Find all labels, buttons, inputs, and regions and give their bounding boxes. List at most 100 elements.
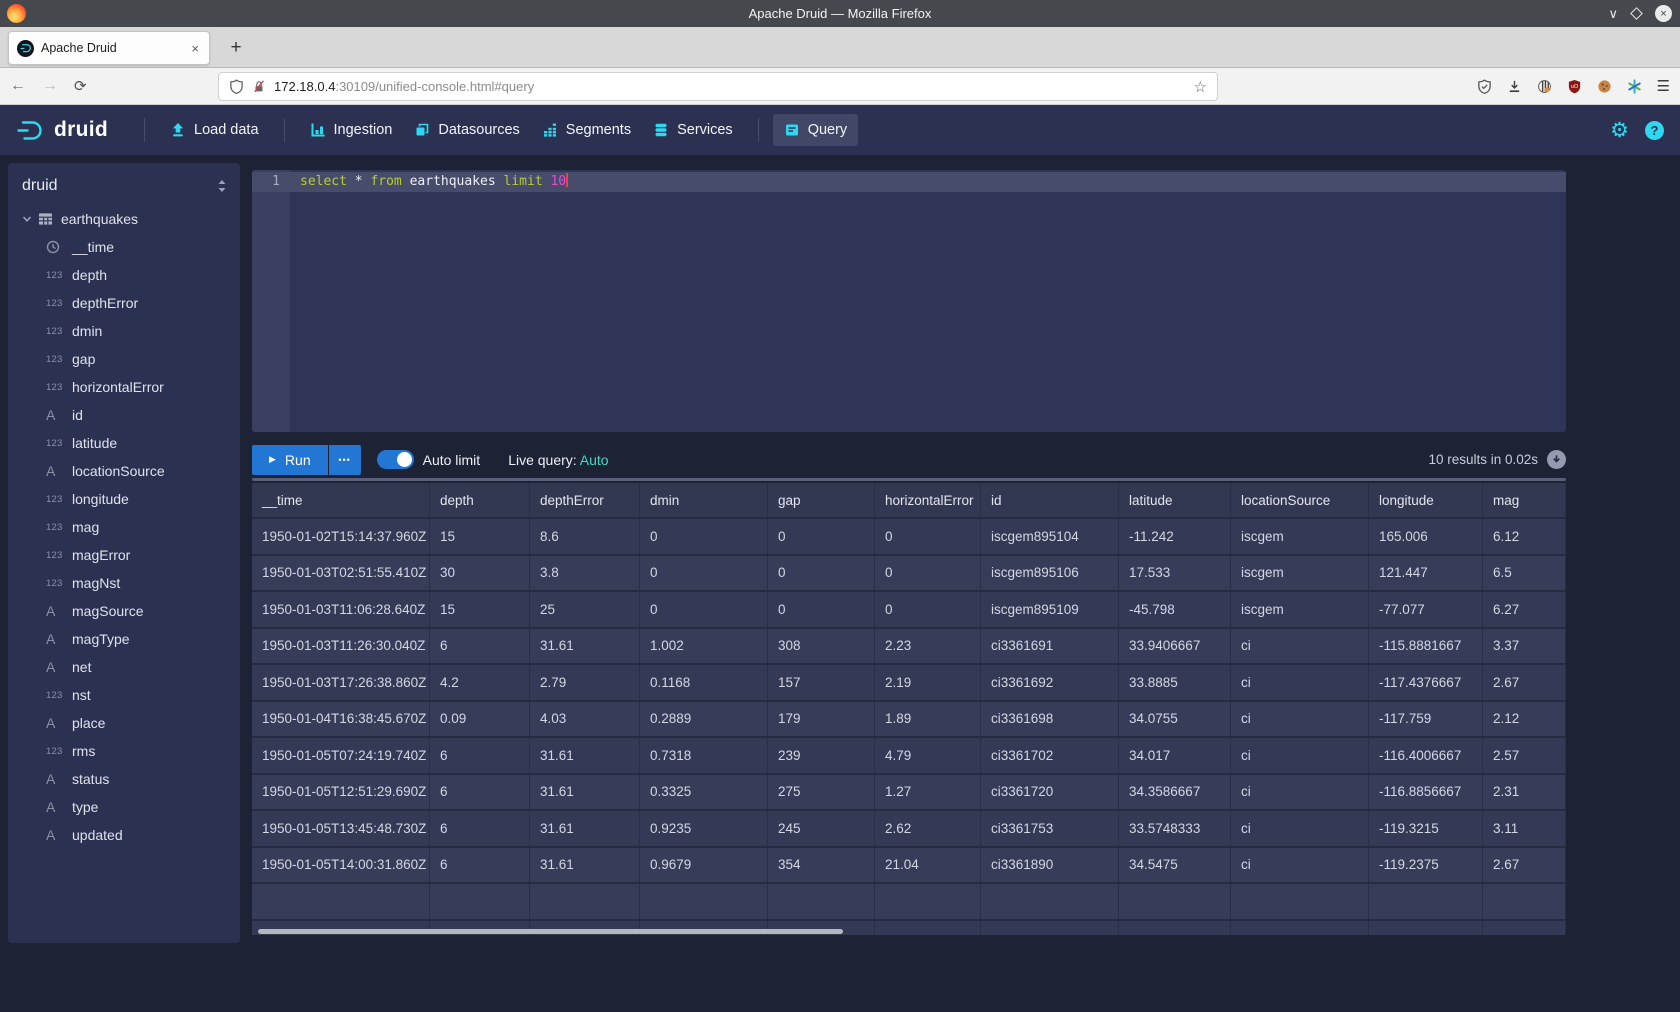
sidebar-column-latitude[interactable]: 123latitude — [8, 429, 240, 457]
cell[interactable]: 121.447 — [1369, 556, 1483, 591]
tab-close-icon[interactable]: × — [189, 41, 201, 56]
sidebar-column-depth[interactable]: 123depth — [8, 261, 240, 289]
cell[interactable]: 2.67 — [1483, 665, 1566, 700]
cell[interactable]: ci3361890 — [981, 848, 1119, 883]
menu-icon[interactable]: ☰ — [1657, 77, 1670, 95]
cell[interactable]: 1.89 — [875, 702, 981, 737]
protections-shield-icon[interactable] — [1477, 79, 1492, 94]
cell[interactable]: 1950-01-03T02:51:55.410Z — [252, 556, 430, 591]
cell[interactable]: 6 — [430, 738, 530, 773]
cell[interactable]: 0 — [875, 519, 981, 554]
cell[interactable]: -116.4006667 — [1369, 738, 1483, 773]
cell[interactable]: ci — [1231, 629, 1369, 664]
cell[interactable]: 17.533 — [1119, 556, 1231, 591]
cell[interactable]: 6.5 — [1483, 556, 1566, 591]
cell[interactable]: 0 — [640, 519, 768, 554]
run-button[interactable]: ▶ Run — [252, 445, 328, 475]
druid-logo[interactable]: druid — [16, 118, 108, 142]
cell[interactable]: 2.57 — [1483, 738, 1566, 773]
settings-gear-icon[interactable]: ⚙ — [1610, 118, 1629, 143]
cell[interactable]: 3.8 — [530, 556, 640, 591]
cell[interactable]: 354 — [768, 848, 875, 883]
cell[interactable]: -119.2375 — [1369, 848, 1483, 883]
cell[interactable]: 2.23 — [875, 629, 981, 664]
horizontal-scrollbar[interactable] — [258, 929, 843, 934]
cell[interactable]: 31.61 — [530, 811, 640, 846]
cell[interactable]: 33.9406667 — [1119, 629, 1231, 664]
container-extension-icon[interactable] — [1537, 79, 1552, 94]
new-tab-button[interactable]: + — [222, 34, 250, 62]
cell[interactable]: 157 — [768, 665, 875, 700]
cell[interactable]: 1950-01-03T17:26:38.860Z — [252, 665, 430, 700]
cell[interactable]: 31.61 — [530, 848, 640, 883]
chevron-down-icon[interactable] — [22, 214, 32, 224]
cell[interactable]: 179 — [768, 702, 875, 737]
cell[interactable]: 0 — [640, 592, 768, 627]
cell[interactable]: iscgem — [1231, 519, 1369, 554]
cell[interactable]: ci — [1231, 848, 1369, 883]
column-header-depthError[interactable]: depthError — [530, 483, 640, 517]
column-header-__time[interactable]: __time — [252, 483, 430, 517]
cell[interactable]: 3.37 — [1483, 629, 1566, 664]
cell[interactable]: 0 — [640, 556, 768, 591]
cell[interactable]: 15 — [430, 592, 530, 627]
column-header-mag[interactable]: mag — [1483, 483, 1566, 517]
help-icon[interactable]: ? — [1645, 121, 1664, 140]
cell[interactable]: 0.3325 — [640, 775, 768, 810]
sidebar-column-dmin[interactable]: 123dmin — [8, 317, 240, 345]
shield-icon[interactable] — [229, 79, 244, 94]
cell[interactable]: 0.9679 — [640, 848, 768, 883]
cell[interactable]: 21.04 — [875, 848, 981, 883]
maximize-icon[interactable] — [1630, 7, 1643, 20]
bookmark-star-icon[interactable]: ☆ — [1194, 78, 1207, 96]
cell[interactable]: 4.03 — [530, 702, 640, 737]
sidebar-column-rms[interactable]: 123rms — [8, 737, 240, 765]
cell[interactable]: 1950-01-03T11:26:30.040Z — [252, 629, 430, 664]
ublock-extension-icon[interactable]: uO — [1567, 79, 1582, 94]
sidebar-column-magSource[interactable]: AmagSource — [8, 597, 240, 625]
cell[interactable]: 165.006 — [1369, 519, 1483, 554]
cell[interactable]: 6 — [430, 775, 530, 810]
close-window-icon[interactable]: × — [1655, 5, 1672, 22]
cell[interactable]: -116.8856667 — [1369, 775, 1483, 810]
cell[interactable]: ci3361698 — [981, 702, 1119, 737]
sidebar-column-id[interactable]: Aid — [8, 401, 240, 429]
cell[interactable]: 6.12 — [1483, 519, 1566, 554]
column-header-horizontalError[interactable]: horizontalError — [875, 483, 981, 517]
cell[interactable]: ci — [1231, 738, 1369, 773]
sidebar-column-mag[interactable]: 123mag — [8, 513, 240, 541]
column-header-depth[interactable]: depth — [430, 483, 530, 517]
cell[interactable]: 0 — [768, 519, 875, 554]
cell[interactable]: -115.8881667 — [1369, 629, 1483, 664]
cell[interactable]: 275 — [768, 775, 875, 810]
url-bar[interactable]: 172.18.0.4:30109/unified-console.html#qu… — [218, 72, 1218, 101]
cell[interactable]: 2.12 — [1483, 702, 1566, 737]
cell[interactable]: 8.6 — [530, 519, 640, 554]
nav-query[interactable]: Query — [773, 114, 859, 146]
cell[interactable]: -11.242 — [1119, 519, 1231, 554]
cell[interactable]: -119.3215 — [1369, 811, 1483, 846]
sidebar-column-nst[interactable]: 123nst — [8, 681, 240, 709]
cell[interactable]: 1950-01-05T14:00:31.860Z — [252, 848, 430, 883]
cell[interactable]: iscgem — [1231, 556, 1369, 591]
cell[interactable]: 1950-01-04T16:38:45.670Z — [252, 702, 430, 737]
cell[interactable]: 0 — [875, 556, 981, 591]
cell[interactable]: ci — [1231, 665, 1369, 700]
sidebar-column-updated[interactable]: Aupdated — [8, 821, 240, 849]
column-header-gap[interactable]: gap — [768, 483, 875, 517]
cell[interactable]: 0.2889 — [640, 702, 768, 737]
cell[interactable]: 1950-01-02T15:14:37.960Z — [252, 519, 430, 554]
download-results-icon[interactable] — [1547, 450, 1566, 469]
cell[interactable]: 2.62 — [875, 811, 981, 846]
editor-results-divider[interactable] — [252, 478, 1566, 481]
sidebar-column-magType[interactable]: AmagType — [8, 625, 240, 653]
cell[interactable]: 34.5475 — [1119, 848, 1231, 883]
column-header-latitude[interactable]: latitude — [1119, 483, 1231, 517]
auto-limit-toggle[interactable] — [377, 450, 414, 469]
cell[interactable]: -45.798 — [1119, 592, 1231, 627]
run-more-options-button[interactable]: ••• — [329, 445, 361, 475]
cell[interactable]: 2.79 — [530, 665, 640, 700]
query-text[interactable]: select * from earthquakes limit 10 — [300, 172, 568, 192]
cell[interactable]: 6.27 — [1483, 592, 1566, 627]
cell[interactable]: 34.017 — [1119, 738, 1231, 773]
